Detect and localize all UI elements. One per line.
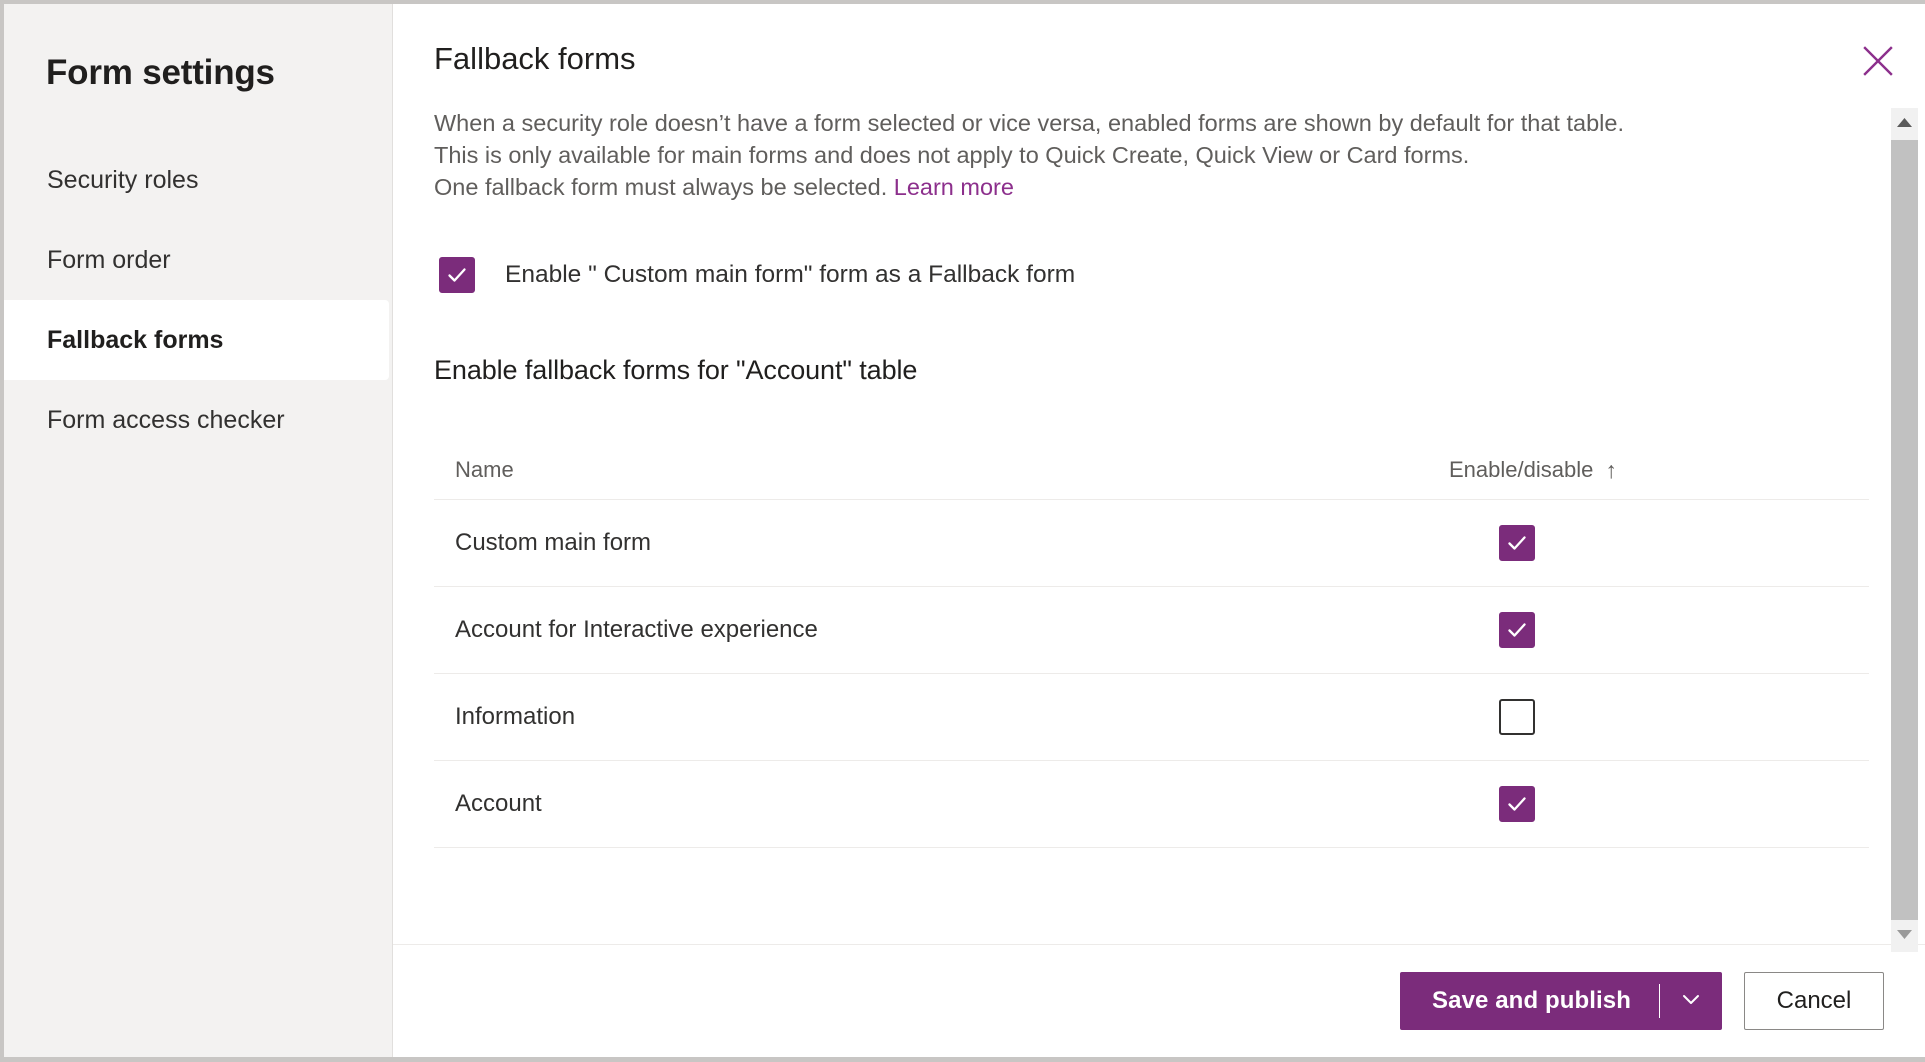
- sidebar-item-form-access-checker[interactable]: Form access checker: [4, 380, 392, 460]
- section-heading: Enable fallback forms for "Account" tabl…: [434, 355, 1925, 386]
- description-line-1: When a security role doesn’t have a form…: [434, 107, 1614, 139]
- close-button[interactable]: [1849, 32, 1907, 90]
- row-enable-cell: [1449, 786, 1869, 822]
- sidebar-item-label: Fallback forms: [47, 326, 223, 355]
- checkmark-icon: [1505, 531, 1529, 555]
- column-header-enable-disable[interactable]: Enable/disable ↑: [1449, 457, 1869, 483]
- column-header-name[interactable]: Name: [455, 457, 1449, 483]
- form-settings-dialog: Form settings Security roles Form order …: [0, 0, 1925, 1062]
- sidebar-item-form-order[interactable]: Form order: [4, 220, 392, 300]
- sidebar-item-label: Form order: [47, 246, 171, 275]
- row-enable-cell: [1449, 525, 1869, 561]
- close-icon: [1861, 44, 1895, 78]
- checkmark-icon: [445, 263, 469, 287]
- row-enable-checkbox[interactable]: [1499, 612, 1535, 648]
- dialog-footer: Save and publish Cancel: [393, 944, 1925, 1057]
- panel-description: When a security role doesn’t have a form…: [434, 107, 1614, 203]
- row-name: Information: [455, 703, 1449, 731]
- save-and-publish-button[interactable]: Save and publish: [1400, 972, 1659, 1030]
- caret-down-icon: [1896, 927, 1913, 945]
- cancel-button[interactable]: Cancel: [1744, 972, 1884, 1030]
- sidebar-item-security-roles[interactable]: Security roles: [4, 140, 392, 220]
- chevron-down-icon: [1678, 986, 1704, 1017]
- panel-header: Fallback forms: [434, 4, 1925, 90]
- save-and-publish-menu-button[interactable]: [1660, 972, 1722, 1030]
- enable-fallback-checkbox[interactable]: [439, 257, 475, 293]
- table-row[interactable]: Account for Interactive experience: [434, 587, 1869, 674]
- row-enable-checkbox[interactable]: [1499, 699, 1535, 735]
- caret-up-icon: [1896, 115, 1913, 133]
- learn-more-link[interactable]: Learn more: [894, 174, 1014, 200]
- description-line-3: One fallback form must always be selecte…: [434, 171, 1614, 203]
- page-title: Form settings: [4, 4, 392, 94]
- sort-ascending-icon: ↑: [1605, 459, 1617, 482]
- row-name: Account: [455, 790, 1449, 818]
- vertical-scrollbar[interactable]: [1891, 108, 1918, 952]
- row-enable-checkbox[interactable]: [1499, 525, 1535, 561]
- scroll-down-button[interactable]: [1891, 920, 1918, 952]
- main-panel: Fallback forms When a security role does…: [393, 4, 1925, 1057]
- row-name: Custom main form: [455, 529, 1449, 557]
- fallback-forms-table: Name Enable/disable ↑ Custom main form: [434, 441, 1869, 848]
- sidebar-item-label: Form access checker: [47, 406, 285, 435]
- row-enable-cell: [1449, 612, 1869, 648]
- enable-fallback-row[interactable]: Enable " Custom main form" form as a Fal…: [439, 257, 1925, 293]
- save-and-publish-split-button[interactable]: Save and publish: [1400, 972, 1722, 1030]
- table-row[interactable]: Information: [434, 674, 1869, 761]
- column-header-enable-disable-label: Enable/disable: [1449, 457, 1593, 483]
- row-name: Account for Interactive experience: [455, 616, 1449, 644]
- table-row[interactable]: Custom main form: [434, 500, 1869, 587]
- scrollbar-track[interactable]: [1891, 140, 1918, 920]
- scrollbar-thumb[interactable]: [1891, 140, 1918, 920]
- sidebar: Form settings Security roles Form order …: [4, 4, 393, 1057]
- dialog-body: Form settings Security roles Form order …: [4, 4, 1925, 1057]
- sidebar-nav: Security roles Form order Fallback forms…: [4, 140, 392, 460]
- table-header-row: Name Enable/disable ↑: [434, 441, 1869, 500]
- description-line-2: This is only available for main forms an…: [434, 139, 1614, 171]
- description-line-3-text: One fallback form must always be selecte…: [434, 174, 887, 200]
- sidebar-item-label: Security roles: [47, 166, 198, 195]
- enable-fallback-label: Enable " Custom main form" form as a Fal…: [505, 263, 1075, 288]
- sidebar-item-fallback-forms[interactable]: Fallback forms: [4, 300, 389, 380]
- table-row[interactable]: Account: [434, 761, 1869, 848]
- row-enable-cell: [1449, 699, 1869, 735]
- main-scroll-region: Fallback forms When a security role does…: [393, 4, 1925, 944]
- checkmark-icon: [1505, 618, 1529, 642]
- scroll-up-button[interactable]: [1891, 108, 1918, 140]
- panel-title: Fallback forms: [434, 40, 1849, 77]
- checkmark-icon: [1505, 792, 1529, 816]
- row-enable-checkbox[interactable]: [1499, 786, 1535, 822]
